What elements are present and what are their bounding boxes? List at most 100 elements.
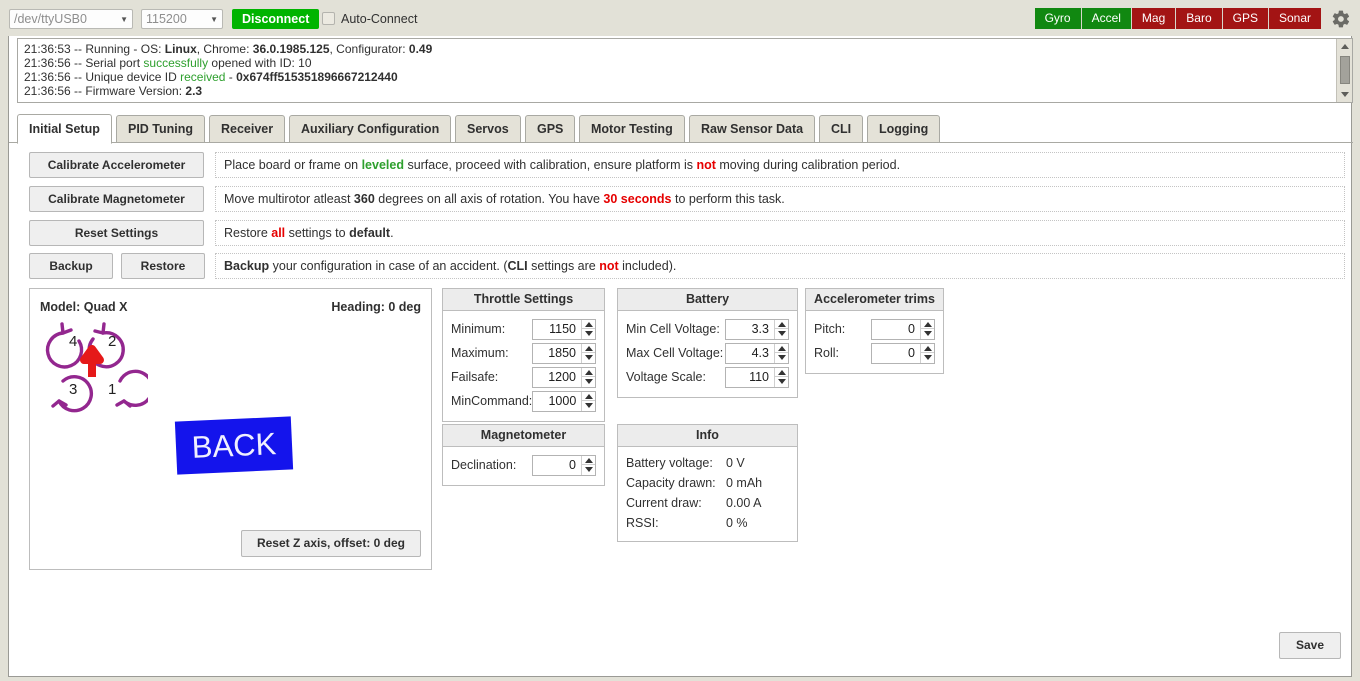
spinner-value[interactable]: 1150 [533,320,581,339]
restore-button[interactable]: Restore [121,253,205,279]
status-badge-gps[interactable]: GPS [1222,8,1269,29]
spinner-input[interactable]: 4.3 [725,342,789,364]
baudrate-select[interactable]: 115200 ▼ [141,9,223,29]
chevron-down-icon: ▼ [210,14,218,24]
stepper-up-icon[interactable] [777,322,786,328]
info-key: RSSI: [626,516,659,530]
spinner-value[interactable]: 1000 [533,392,581,411]
serial-port-select[interactable]: /dev/ttyUSB0 ▼ [9,9,133,29]
stepper-down-icon[interactable] [584,466,593,472]
info-value: 0 V [726,456,745,470]
stepper-down-icon[interactable] [923,354,932,360]
auto-connect-checkbox[interactable] [322,12,335,25]
save-button[interactable]: Save [1279,632,1341,659]
tab-motor-testing[interactable]: Motor Testing [579,115,685,143]
stepper-up-icon[interactable] [777,346,786,352]
gear-icon[interactable] [1331,9,1351,29]
tab-pid-tuning[interactable]: PID Tuning [116,115,206,143]
app-window: /dev/ttyUSB0 ▼ 115200 ▼ Disconnect Auto-… [1,0,1360,677]
stepper-down-icon[interactable] [777,354,786,360]
status-badge-sonar[interactable]: Sonar [1268,8,1321,29]
tab-logging[interactable]: Logging [867,115,941,143]
spinner-value[interactable]: 0 [872,344,920,363]
spinner-stepper[interactable] [774,319,788,339]
scroll-up-icon[interactable] [1337,39,1352,54]
tab-cli[interactable]: CLI [819,115,864,143]
spinner-stepper[interactable] [920,343,934,363]
stepper-up-icon[interactable] [584,458,593,464]
spinner-value[interactable]: 1850 [533,344,581,363]
stepper-up-icon[interactable] [584,346,593,352]
log-panel: 21:36:53 -- Running - OS: Linux, Chrome:… [17,38,1353,103]
spinner-value[interactable]: 1200 [533,368,581,387]
stepper-down-icon[interactable] [584,402,593,408]
disconnect-button[interactable]: Disconnect [232,9,320,29]
tab-receiver[interactable]: Receiver [209,115,286,143]
action-description: Move multirotor atleast 360 degrees on a… [215,186,1345,212]
spinner-input[interactable]: 3.3 [725,318,789,340]
battery-panel: Battery Min Cell Voltage: 3.3 Max Cell Vol… [617,288,798,398]
spinner-input[interactable]: 0 [871,318,935,340]
calibrate-accelerometer-button[interactable]: Calibrate Accelerometer [29,152,204,178]
spinner-stepper[interactable] [581,367,595,387]
tab-gps[interactable]: GPS [525,115,576,143]
stepper-down-icon[interactable] [584,330,593,336]
stepper-down-icon[interactable] [923,330,932,336]
calibrate-magnetometer-button[interactable]: Calibrate Magnetometer [29,186,204,212]
stepper-down-icon[interactable] [777,378,786,384]
tab-initial-setup[interactable]: Initial Setup [17,114,112,144]
stepper-up-icon[interactable] [584,322,593,328]
spinner-stepper[interactable] [774,367,788,387]
action-description: Place board or frame on leveled surface,… [215,152,1345,178]
status-badge-gyro[interactable]: Gyro [1034,8,1082,29]
spinner-value[interactable]: 4.3 [726,344,774,363]
spinner-stepper[interactable] [581,319,595,339]
stepper-up-icon[interactable] [584,394,593,400]
field-row: Minimum: 1150 [451,317,596,341]
stepper-up-icon[interactable] [923,322,932,328]
stepper-down-icon[interactable] [584,378,593,384]
scroll-down-icon[interactable] [1337,87,1352,102]
spinner-input[interactable]: 1150 [532,318,596,340]
stepper-up-icon[interactable] [777,370,786,376]
stepper-divider [921,328,934,330]
spinner-value[interactable]: 0 [872,320,920,339]
accelerometer-trims-fields: Pitch: 0 Roll: 0 [806,311,943,373]
spinner-value[interactable]: 3.3 [726,320,774,339]
spinner-stepper[interactable] [581,343,595,363]
spinner-value[interactable]: 0 [533,456,581,475]
svg-text:4: 4 [69,333,77,350]
stepper-up-icon[interactable] [923,346,932,352]
tab-raw-sensor-data[interactable]: Raw Sensor Data [689,115,816,143]
spinner-input[interactable]: 1000 [532,390,597,412]
spinner-stepper[interactable] [581,455,595,475]
spinner-input[interactable]: 1850 [532,342,596,364]
spinner-input[interactable]: 1200 [532,366,596,388]
battery-fields: Min Cell Voltage: 3.3 Max Cell Voltage: 4.3… [618,311,797,397]
spinner-input[interactable]: 0 [532,454,596,476]
stepper-up-icon[interactable] [584,370,593,376]
tab-servos[interactable]: Servos [455,115,521,143]
stepper-down-icon[interactable] [584,354,593,360]
spinner-value[interactable]: 110 [726,368,774,387]
field-label: MinCommand: [451,394,533,408]
status-badge-accel[interactable]: Accel [1081,8,1132,29]
reset-settings-button[interactable]: Reset Settings [29,220,204,246]
reset-z-axis-button[interactable]: Reset Z axis, offset: 0 deg [241,530,421,557]
spinner-stepper[interactable] [774,343,788,363]
main-tabs: Initial Setup PID Tuning Receiver Auxiliary… [9,112,1353,144]
status-badge-mag[interactable]: Mag [1131,8,1177,29]
backup-button[interactable]: Backup [29,253,113,279]
scrollbar-thumb[interactable] [1340,56,1350,84]
log-line: 21:36:56 -- Firmware Version: 2.3 [24,84,203,99]
status-badge-baro[interactable]: Baro [1176,8,1223,29]
spinner-input[interactable]: 0 [871,342,935,364]
stepper-down-icon[interactable] [777,330,786,336]
spinner-input[interactable]: 110 [725,366,789,388]
log-line: 21:36:56 -- Unique device ID received - … [24,70,398,85]
tab-auxiliary-configuration[interactable]: Auxiliary Configuration [289,115,452,143]
action-row: Reset Settings Restore all settings to de… [29,220,1345,246]
spinner-stepper[interactable] [581,391,596,411]
log-scrollbar[interactable] [1336,39,1352,102]
spinner-stepper[interactable] [920,319,934,339]
